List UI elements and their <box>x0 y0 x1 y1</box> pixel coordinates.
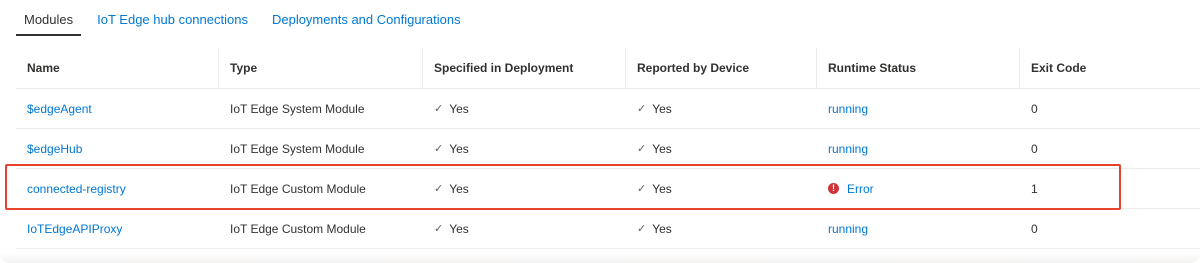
reported-value: Yes <box>652 221 672 236</box>
exit-code: 0 <box>1031 221 1038 236</box>
modules-table: Name Type Specified in Deployment Report… <box>16 48 1200 249</box>
tab-bar: Modules IoT Edge hub connections Deploym… <box>16 0 477 36</box>
panel-bottom-edge <box>0 253 1200 263</box>
checkmark-icon: ✓ <box>637 143 647 155</box>
specified-value: Yes <box>449 141 469 156</box>
checkmark-icon: ✓ <box>434 223 444 235</box>
column-header-reported[interactable]: Reported by Device <box>626 48 817 88</box>
checkmark-icon: ✓ <box>434 103 444 115</box>
specified-value: Yes <box>449 101 469 116</box>
reported-value: Yes <box>652 141 672 156</box>
table-row: connected-registry IoT Edge Custom Modul… <box>16 169 1200 209</box>
specified-value: Yes <box>449 181 469 196</box>
column-header-type[interactable]: Type <box>219 48 423 88</box>
reported-value: Yes <box>652 181 672 196</box>
tab-iot-edge-hub-connections[interactable]: IoT Edge hub connections <box>89 0 256 36</box>
tab-deployments-and-configurations[interactable]: Deployments and Configurations <box>264 0 469 36</box>
module-name-link[interactable]: connected-registry <box>27 182 126 196</box>
tab-modules[interactable]: Modules <box>16 0 82 36</box>
module-type: IoT Edge System Module <box>230 101 365 116</box>
module-type: IoT Edge System Module <box>230 141 365 156</box>
exit-code: 1 <box>1031 181 1038 196</box>
column-header-exit-code[interactable]: Exit Code <box>1020 48 1200 88</box>
runtime-status-link[interactable]: Error <box>847 182 874 196</box>
runtime-status-link[interactable]: running <box>828 142 868 156</box>
checkmark-icon: ✓ <box>637 223 647 235</box>
table-header-row: Name Type Specified in Deployment Report… <box>16 48 1200 89</box>
checkmark-icon: ✓ <box>637 103 647 115</box>
module-type: IoT Edge Custom Module <box>230 221 366 236</box>
error-icon: ! <box>828 183 839 194</box>
module-name-link[interactable]: $edgeAgent <box>27 102 92 116</box>
exit-code: 0 <box>1031 141 1038 156</box>
table-row: $edgeAgent IoT Edge System Module ✓ Yes ✓… <box>16 89 1200 129</box>
checkmark-icon: ✓ <box>637 183 647 195</box>
checkmark-icon: ✓ <box>434 183 444 195</box>
specified-value: Yes <box>449 221 469 236</box>
module-type: IoT Edge Custom Module <box>230 181 366 196</box>
module-name-link[interactable]: IoTEdgeAPIProxy <box>27 222 122 236</box>
exit-code: 0 <box>1031 101 1038 116</box>
column-header-runtime-status[interactable]: Runtime Status <box>817 48 1020 88</box>
checkmark-icon: ✓ <box>434 143 444 155</box>
runtime-status-link[interactable]: running <box>828 222 868 236</box>
column-header-specified[interactable]: Specified in Deployment <box>423 48 626 88</box>
table-row: $edgeHub IoT Edge System Module ✓ Yes ✓ Ye… <box>16 129 1200 169</box>
modules-panel: Modules IoT Edge hub connections Deploym… <box>0 0 1200 263</box>
reported-value: Yes <box>652 101 672 116</box>
module-name-link[interactable]: $edgeHub <box>27 142 82 156</box>
runtime-status-link[interactable]: running <box>828 102 868 116</box>
table-row: IoTEdgeAPIProxy IoT Edge Custom Module ✓… <box>16 209 1200 249</box>
column-header-name[interactable]: Name <box>16 48 219 88</box>
